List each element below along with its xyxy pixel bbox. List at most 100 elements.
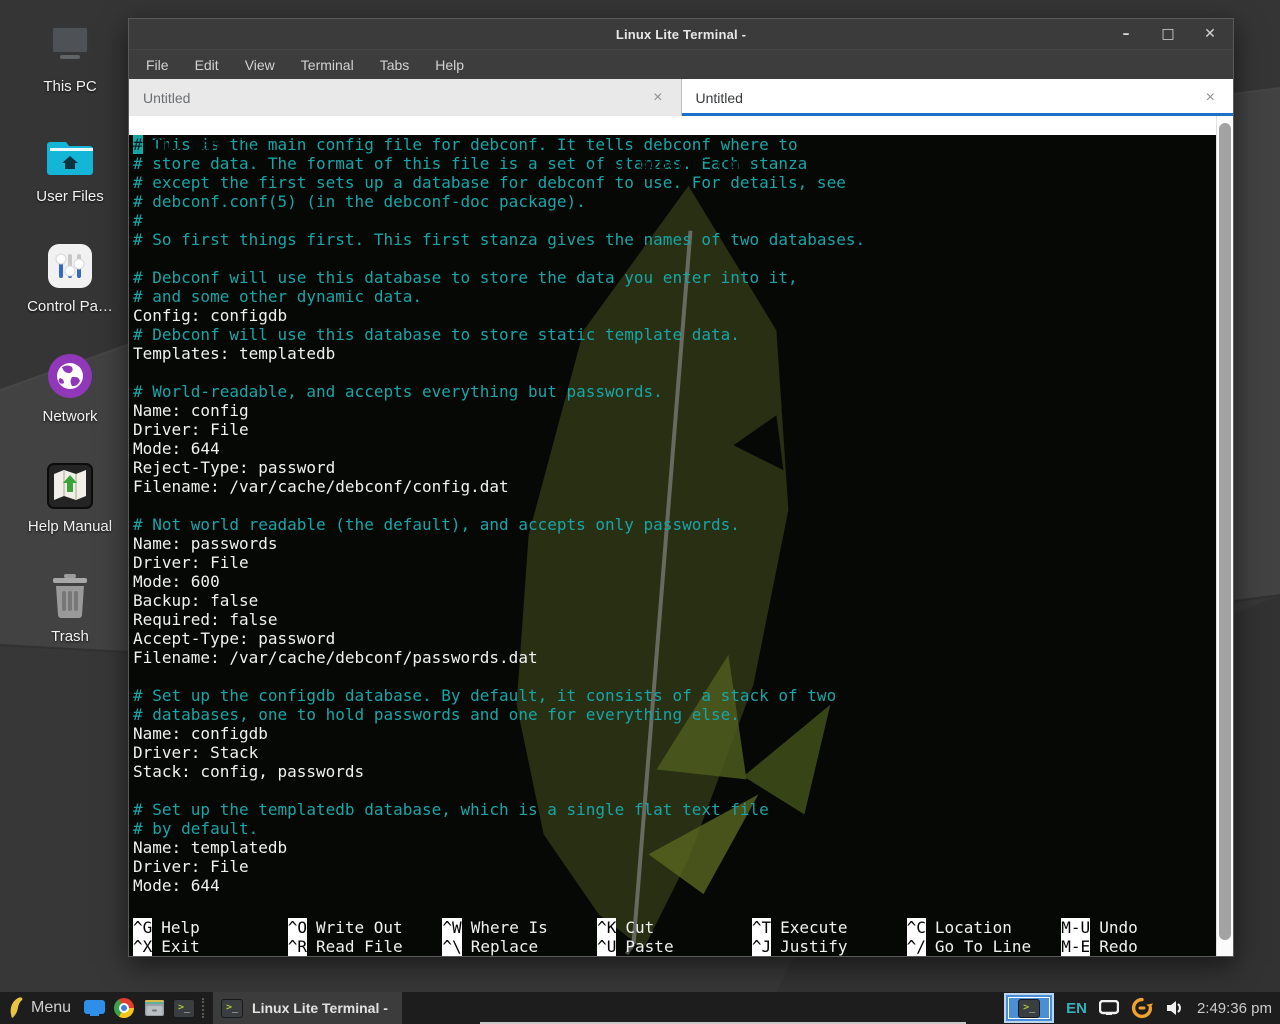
tab-untitled-2[interactable]: Untitled ×	[681, 79, 1234, 116]
help-manual-map-icon	[44, 460, 96, 512]
nano-shortcut: ^/Go To Line	[907, 937, 1062, 956]
terminal-line: Driver: File	[133, 553, 1216, 572]
linux-lite-logo-icon	[8, 997, 25, 1019]
terminal-line: Config: configdb	[133, 306, 1216, 325]
desktop-icon-trash[interactable]: Trash	[8, 570, 132, 680]
terminal-line: Name: passwords	[133, 534, 1216, 553]
nano-shortcut: ^KCut	[597, 918, 752, 937]
terminal-line: Driver: Stack	[133, 743, 1216, 762]
taskbar-window-button[interactable]: >_ Linux Lite Terminal -	[213, 992, 402, 1024]
terminal-line: Driver: File	[133, 857, 1216, 876]
menu-edit[interactable]: Edit	[195, 57, 219, 73]
terminal-line: # Debconf will use this database to stor…	[133, 325, 1216, 344]
taskbar-separator	[202, 998, 210, 1018]
terminal-line: Driver: File	[133, 420, 1216, 439]
file-manager-launcher[interactable]	[139, 992, 169, 1024]
nano-shortcut-bar: ^GHelp^OWrite Out^WWhere Is^KCut^TExecut…	[129, 918, 1216, 956]
desktop-icon-network[interactable]: Network	[8, 350, 132, 460]
desktop-icon-column: This PC User Files	[8, 20, 132, 680]
nano-shortcut: ^UPaste	[597, 937, 752, 956]
window-title: Linux Lite Terminal -	[129, 27, 1233, 42]
terminal-line: # Set up the configdb database. By defau…	[133, 686, 1216, 705]
terminal-line: Mode: 600	[133, 572, 1216, 591]
terminal-line: # except the first sets up a database fo…	[133, 173, 1216, 192]
minimize-button[interactable]: –	[1117, 19, 1135, 49]
tab-label: Untitled	[696, 90, 743, 106]
terminal-body: GNU nano 7.2 /etc/debconf.conf # This is…	[129, 116, 1233, 956]
terminal-line: # debconf.conf(5) (in the debconf-doc pa…	[133, 192, 1216, 211]
display-settings-icon[interactable]	[1099, 1000, 1119, 1016]
start-menu-button[interactable]: Menu	[0, 992, 79, 1024]
terminal-icon: >_	[221, 999, 243, 1018]
desktop-icon-label: Trash	[51, 628, 89, 645]
desktop-icon-label: Network	[42, 408, 97, 425]
terminal-icon: >_	[173, 999, 195, 1018]
desktop-icon-label: Control Pa…	[27, 298, 113, 315]
terminal-line: Stack: config, passwords	[133, 762, 1216, 781]
terminal-line: # by default.	[133, 819, 1216, 838]
scrollbar-thumb[interactable]	[1219, 123, 1231, 940]
trash-can-icon	[44, 570, 96, 622]
terminal-line: # Not world readable (the default), and …	[133, 515, 1216, 534]
keyboard-layout-indicator[interactable]: EN	[1066, 1000, 1087, 1017]
terminal-line: # databases, one to hold passwords and o…	[133, 705, 1216, 724]
updates-available-icon[interactable]	[1131, 997, 1153, 1019]
terminal-line: #	[133, 211, 1216, 230]
terminal-icon: >_	[1018, 999, 1040, 1018]
desktop-icon-label: User Files	[36, 188, 104, 205]
this-pc-icon	[44, 20, 96, 72]
terminal-line: # So first things first. This first stan…	[133, 230, 1216, 249]
terminal-line: Accept-Type: password	[133, 629, 1216, 648]
terminal-line: Required: false	[133, 610, 1216, 629]
terminal-line	[133, 667, 1216, 686]
menu-terminal[interactable]: Terminal	[301, 57, 354, 73]
tab-bar: Untitled × Untitled ×	[129, 79, 1233, 116]
nano-lines: # This is the main config file for debco…	[129, 135, 1216, 895]
clock[interactable]: 2:49:36 pm	[1197, 1000, 1272, 1017]
menu-file[interactable]: File	[146, 57, 169, 73]
nano-shortcut: M-UUndo	[1061, 918, 1216, 937]
menu-help[interactable]: Help	[435, 57, 464, 73]
desktop-icon-label: This PC	[43, 78, 96, 95]
nano-shortcut: ^RRead File	[288, 937, 443, 956]
tab-close-icon[interactable]: ×	[1202, 88, 1219, 108]
chrome-icon	[114, 998, 134, 1018]
close-button[interactable]: ✕	[1201, 19, 1219, 49]
window-titlebar[interactable]: Linux Lite Terminal - – □ ✕	[129, 19, 1233, 49]
terminal-line: Backup: false	[133, 591, 1216, 610]
terminal-line	[133, 363, 1216, 382]
terminal-line: Mode: 644	[133, 876, 1216, 895]
show-desktop-button[interactable]	[79, 992, 109, 1024]
network-globe-icon	[44, 350, 96, 402]
menu-view[interactable]: View	[245, 57, 275, 73]
tab-close-icon[interactable]: ×	[649, 88, 666, 108]
maximize-button[interactable]: □	[1159, 19, 1177, 49]
nano-version: GNU nano 7.2	[133, 135, 268, 154]
tab-label: Untitled	[143, 90, 190, 106]
terminal-launcher[interactable]: >_	[169, 992, 199, 1024]
nano-title-bar: GNU nano 7.2 /etc/debconf.conf	[129, 116, 1216, 135]
tab-untitled-1[interactable]: Untitled ×	[129, 79, 681, 116]
menu-tabs[interactable]: Tabs	[380, 57, 410, 73]
nano-shortcut: ^JJustify	[752, 937, 907, 956]
terminal-line	[133, 249, 1216, 268]
desktop-icon-help-manual[interactable]: Help Manual	[8, 460, 132, 570]
window-controls: – □ ✕	[1117, 19, 1219, 49]
terminal-line: Name: config	[133, 401, 1216, 420]
volume-icon[interactable]	[1165, 999, 1185, 1017]
terminal-window: Linux Lite Terminal - – □ ✕ File Edit Vi…	[128, 18, 1234, 957]
desktop-icon-user-files[interactable]: User Files	[8, 130, 132, 240]
desktop-icon-control-panel[interactable]: Control Pa…	[8, 240, 132, 350]
desktop-icon-this-pc[interactable]: This PC	[8, 20, 132, 130]
taskbar: Menu >_ >_ Linux Lite Terminal -	[0, 992, 1280, 1024]
tray-terminal-indicator[interactable]: >_	[1004, 993, 1054, 1023]
chrome-launcher[interactable]	[109, 992, 139, 1024]
scrollbar-track[interactable]	[1216, 116, 1233, 956]
terminal-line: Filename: /var/cache/debconf/config.dat	[133, 477, 1216, 496]
terminal-screen[interactable]: GNU nano 7.2 /etc/debconf.conf # This is…	[129, 116, 1216, 956]
terminal-line: Templates: templatedb	[133, 344, 1216, 363]
nano-shortcut: ^CLocation	[907, 918, 1062, 937]
terminal-line: # This is the main config file for debco…	[133, 135, 1216, 154]
terminal-line: Reject-Type: password	[133, 458, 1216, 477]
desktop-icon-label: Help Manual	[28, 518, 112, 535]
